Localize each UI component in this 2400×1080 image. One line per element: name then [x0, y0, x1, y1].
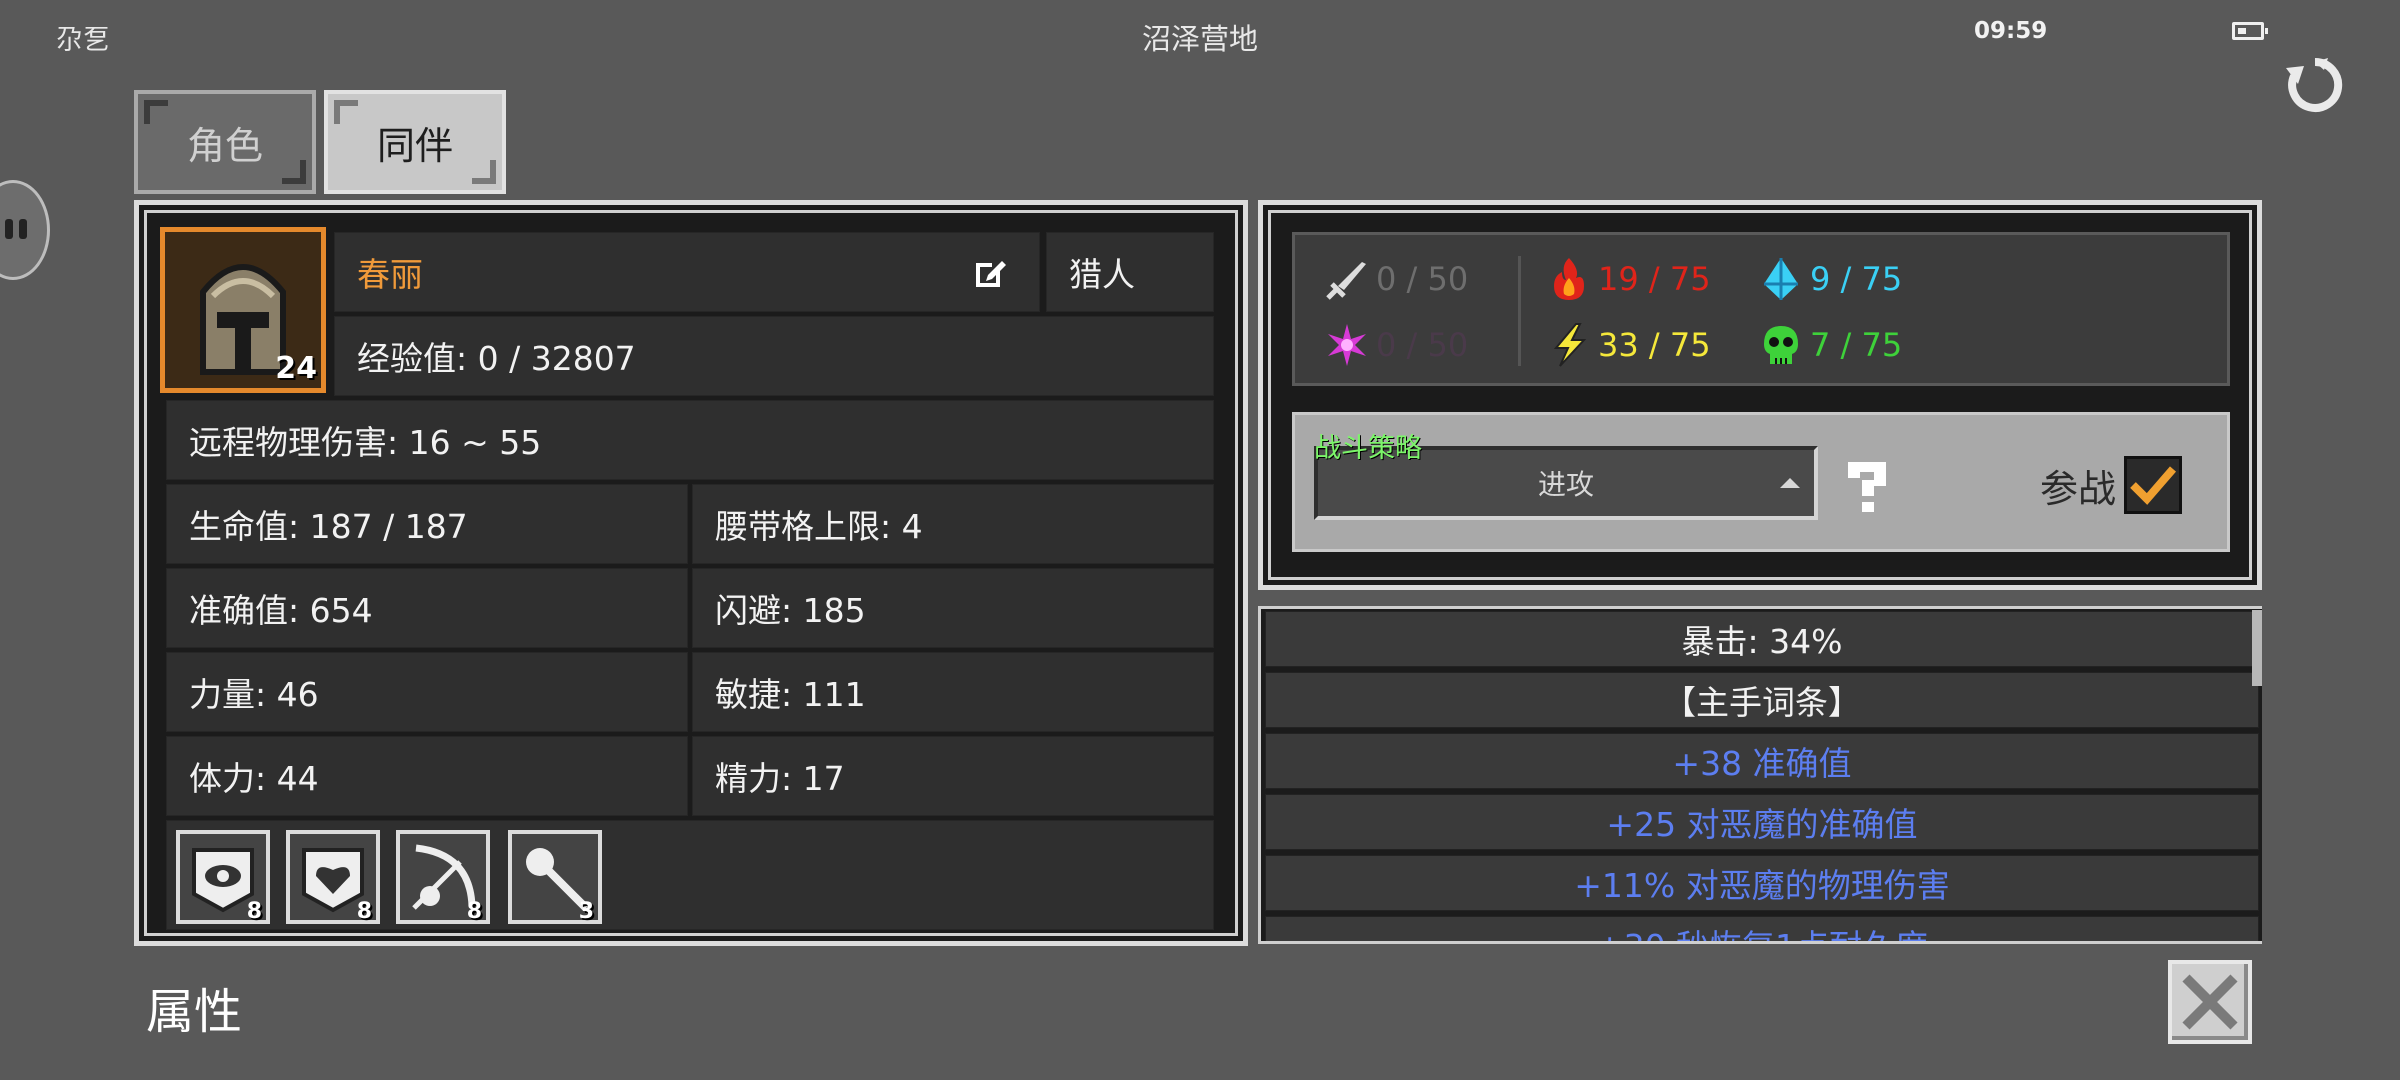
- resist-cold: 9 / 75: [1758, 256, 1902, 302]
- side-drawer-handle[interactable]: [0, 180, 50, 280]
- detail-text: +11% 对恶魔的物理伤害: [1574, 866, 1950, 905]
- lightning-icon: [1553, 323, 1587, 367]
- skill-slot-count: 8: [246, 899, 262, 924]
- detail-text: 【主手词条】: [1663, 683, 1861, 722]
- resist-magic-value: 0 / 50: [1376, 326, 1469, 364]
- item-details-list[interactable]: 暴击: 34% 【主手词条】 +38 准确值 +25 对恶魔的准确值 +11% …: [1258, 606, 2262, 944]
- tab-character[interactable]: 角色: [134, 90, 316, 194]
- skill-slot-1[interactable]: 8: [176, 830, 270, 924]
- stat-stamina-text: 体力: 44: [189, 759, 319, 798]
- skill-slot-3[interactable]: 8: [396, 830, 490, 924]
- rename-icon[interactable]: [972, 255, 1008, 291]
- companion-name: 春丽: [357, 255, 423, 294]
- join-battle-label: 参战: [2040, 467, 2117, 511]
- skill-slot-2[interactable]: 8: [286, 830, 380, 924]
- skill-slot-count: 8: [356, 899, 372, 924]
- companion-name-cell: 春丽: [334, 232, 1040, 312]
- resist-poison-value: 7 / 75: [1810, 326, 1903, 364]
- stat-dodge: 闪避: 185: [692, 568, 1214, 648]
- resist-fire: 19 / 75: [1546, 256, 1711, 302]
- stat-dodge-text: 闪避: 185: [715, 591, 866, 630]
- sword-icon: [1326, 262, 1366, 300]
- join-battle-checkbox[interactable]: [2124, 456, 2182, 514]
- close-button[interactable]: [2168, 960, 2252, 1044]
- ranged-damage-text: 远程物理伤害: 16 ~ 55: [189, 423, 542, 462]
- stat-belt-text: 腰带格上限: 4: [715, 507, 923, 546]
- stat-hp-text: 生命值: 187 / 187: [189, 507, 468, 546]
- stat-accuracy-text: 准确值: 654: [189, 591, 373, 630]
- resist-lightning-value: 33 / 75: [1598, 326, 1711, 364]
- checkmark-icon: [2130, 466, 2177, 505]
- stat-accuracy: 准确值: 654: [166, 568, 688, 648]
- ranged-damage-cell: 远程物理伤害: 16 ~ 55: [166, 400, 1214, 480]
- resist-physical: 0 / 50: [1324, 256, 1468, 302]
- close-icon: [2182, 974, 2238, 1030]
- stat-energy-text: 精力: 17: [715, 759, 845, 798]
- resist-magic: 0 / 50: [1324, 322, 1468, 368]
- help-icon[interactable]: [1842, 456, 1892, 516]
- companion-class: 猎人: [1069, 255, 1135, 294]
- detail-text: +38 准确值: [1672, 744, 1852, 783]
- resistance-divider: [1518, 256, 1521, 366]
- skill-slot-count: 8: [466, 899, 482, 924]
- stat-strength-text: 力量: 46: [189, 675, 319, 714]
- stat-hp: 生命值: 187 / 187: [166, 484, 688, 564]
- companion-level: 24: [275, 351, 317, 386]
- list-item: 【主手词条】: [1265, 672, 2259, 728]
- tab-label: 同伴: [376, 123, 453, 168]
- ice-crystal-icon: [1764, 258, 1798, 300]
- companion-class-cell: 猎人: [1046, 232, 1214, 312]
- magic-burst-icon: [1328, 324, 1366, 366]
- stat-agility: 敏捷: 111: [692, 652, 1214, 732]
- resist-poison: 7 / 75: [1758, 322, 1902, 368]
- battery-icon: [2232, 22, 2268, 40]
- fire-icon: [1554, 258, 1584, 300]
- stat-agility-text: 敏捷: 111: [715, 675, 866, 714]
- detail-text: +25 对恶魔的准确值: [1606, 805, 1918, 844]
- stat-energy: 精力: 17: [692, 736, 1214, 816]
- list-item: +38 准确值: [1265, 733, 2259, 789]
- strategy-selected: 进攻: [1537, 468, 1594, 501]
- status-time: 09:59: [1974, 18, 2048, 44]
- list-item: +25 对恶魔的准确值: [1265, 794, 2259, 850]
- detail-text: +30 秒恢复1点耐久度: [1596, 920, 1928, 941]
- skull-icon: [1764, 326, 1798, 364]
- stat-strength: 力量: 46: [166, 652, 688, 732]
- list-scrollbar[interactable]: [2252, 610, 2262, 686]
- skill-slot-4[interactable]: 3: [508, 830, 602, 924]
- list-item: +11% 对恶魔的物理伤害: [1265, 855, 2259, 911]
- list-item: 暴击: 34%: [1265, 611, 2259, 667]
- refresh-icon[interactable]: [2284, 54, 2346, 116]
- list-item: +30 秒恢复1点耐久度: [1265, 916, 2259, 941]
- experience-text: 经验值: 0 / 32807: [357, 339, 636, 378]
- resist-physical-value: 0 / 50: [1376, 260, 1469, 298]
- page-title: 属性: [146, 984, 243, 1040]
- detail-text: 暴击: 34%: [1681, 622, 1843, 661]
- skill-slot-count: 3: [578, 899, 594, 924]
- resist-cold-value: 9 / 75: [1810, 260, 1903, 298]
- resist-lightning: 33 / 75: [1546, 322, 1711, 368]
- companion-portrait[interactable]: 24: [160, 227, 326, 393]
- tab-companion[interactable]: 同伴: [324, 90, 506, 194]
- strategy-label: 战斗策略: [1314, 433, 1422, 464]
- chevron-up-icon: [1780, 478, 1800, 488]
- resist-fire-value: 19 / 75: [1598, 260, 1711, 298]
- stat-stamina: 体力: 44: [166, 736, 688, 816]
- stat-belt: 腰带格上限: 4: [692, 484, 1214, 564]
- tab-label: 角色: [186, 123, 263, 168]
- experience-cell: 经验值: 0 / 32807: [334, 316, 1214, 396]
